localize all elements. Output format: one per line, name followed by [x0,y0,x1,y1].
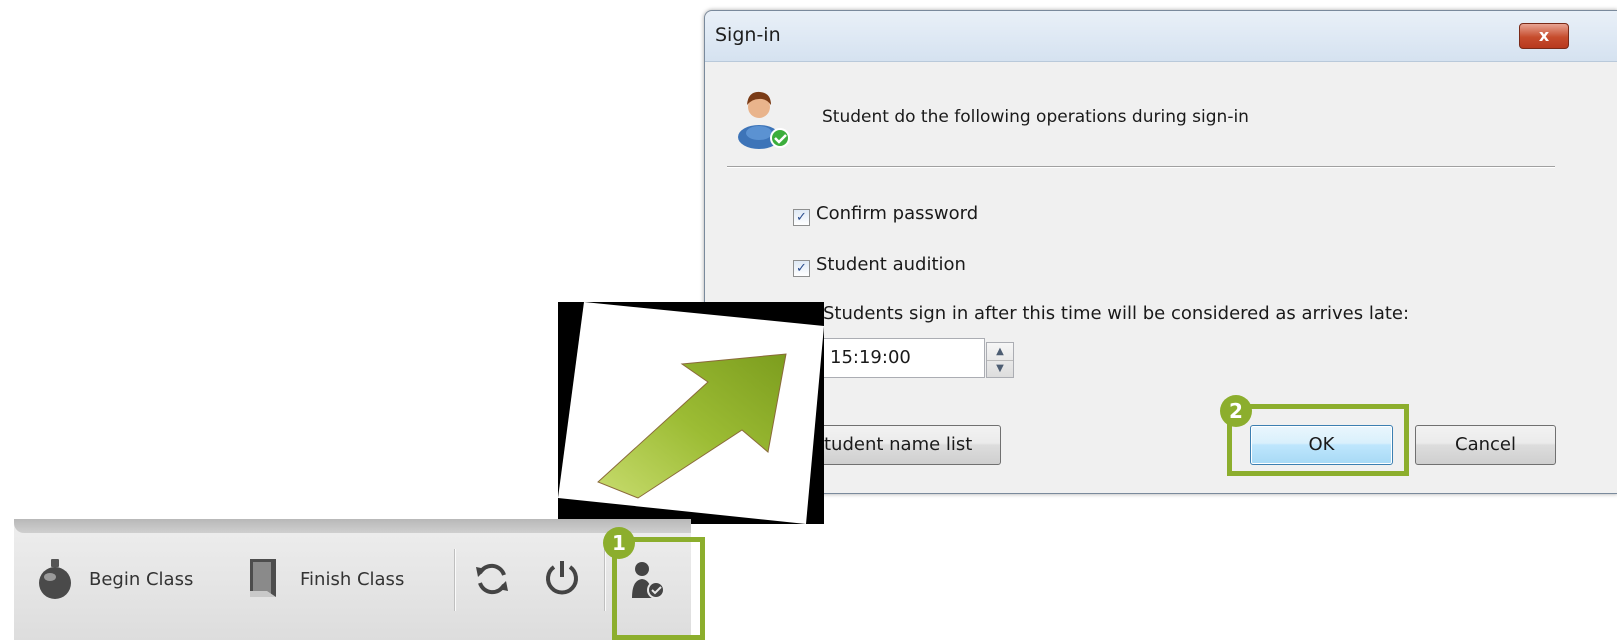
confirm-password-option[interactable]: ✓ Confirm password [793,203,978,226]
toolbar-edge [14,519,691,533]
toolbar-separator [454,549,456,611]
finish-class-label: Finish Class [300,569,405,590]
step-1-badge: 1 [603,527,635,559]
cancel-button[interactable]: Cancel [1415,425,1556,465]
sign-in-dialog: Sign-in x Student do the following opera… [704,10,1617,494]
power-icon[interactable] [544,559,580,597]
student-name-list-button[interactable]: tudent name list [807,425,1001,465]
student-audition-checkbox[interactable]: ✓ [793,260,810,277]
student-audition-label: Student audition [816,254,966,275]
time-spinner[interactable]: ▲ ▼ [986,342,1014,378]
ok-highlight-box [1227,404,1409,476]
divider [727,166,1555,168]
close-button[interactable]: x [1519,23,1569,49]
confirm-password-checkbox[interactable]: ✓ [793,209,810,226]
dialog-header-text: Student do the following operations duri… [822,107,1249,127]
begin-class-label: Begin Class [89,569,194,590]
spin-up-icon[interactable]: ▲ [987,343,1013,361]
begin-class-button[interactable]: Begin Class [36,559,216,599]
late-time-input[interactable]: 15:19:00 [823,338,985,378]
late-sign-in-label: Students sign in after this time will be… [823,303,1410,324]
dialog-titlebar: Sign-in x [705,11,1617,62]
arrow-icon [558,302,824,524]
spin-down-icon[interactable]: ▼ [987,360,1013,377]
close-icon: x [1538,26,1550,45]
dialog-title: Sign-in [715,24,781,46]
step-2-badge: 2 [1220,395,1252,427]
toolbar-separator [604,549,606,611]
refresh-icon[interactable] [474,561,510,597]
finish-class-button[interactable]: Finish Class [247,559,427,599]
class-toolbar: Begin Class Finish Class [14,519,691,640]
student-audition-option[interactable]: ✓ Student audition [793,254,966,277]
door-icon [250,559,276,597]
bell-icon [39,559,71,599]
user-check-icon [738,91,790,149]
confirm-password-label: Confirm password [816,203,979,224]
